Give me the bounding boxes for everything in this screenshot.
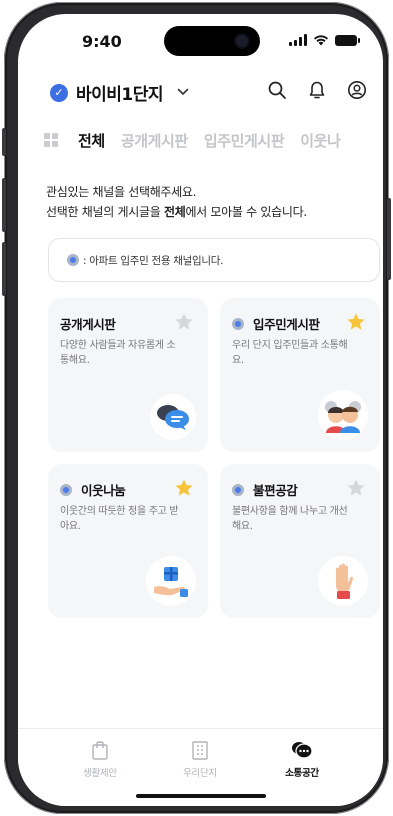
intro-line-1: 관심있는 채널을 선택해주세요. xyxy=(46,185,197,199)
dynamic-island xyxy=(164,26,260,56)
phone-frame: 9:40 ✓ 바이비1단지 전체 공개게시판 입주민게시판 이웃나 관심있는 채… xyxy=(2,2,391,814)
card-description: 불편사항을 함께 나누고 개선해요. xyxy=(232,506,348,532)
complex-selector[interactable]: ✓ 바이비1단지 xyxy=(50,80,189,105)
resident-channel-icon xyxy=(232,317,244,330)
intro-line-2: 선택한 채널의 게시글을 전체에서 모아볼 수 있습니다. xyxy=(46,205,307,219)
complex-name: 바이비1단지 xyxy=(76,85,164,105)
status-bar: 9:40 xyxy=(18,14,383,66)
volume-down-button xyxy=(2,242,6,296)
chevron-down-icon xyxy=(177,85,189,100)
nav-item-communication[interactable]: 소통공간 xyxy=(262,739,342,779)
status-time: 9:40 xyxy=(82,32,122,51)
grid-menu-icon[interactable] xyxy=(44,133,58,147)
volume-up-button xyxy=(2,178,6,232)
card-description: 우리 단지 입주민들과 소통해요. xyxy=(232,340,348,366)
star-icon[interactable] xyxy=(174,478,194,498)
nav-item-life-proposal[interactable]: 생활제안 xyxy=(60,739,140,779)
silent-switch xyxy=(2,128,6,156)
nav-label: 소통공간 xyxy=(285,768,319,779)
tab-resident-board[interactable]: 입주민게시판 xyxy=(204,130,285,151)
channel-card-complaint[interactable]: 불편공감 불편사항을 함께 나누고 개선해요. xyxy=(220,464,380,618)
resident-channel-icon xyxy=(67,254,79,266)
search-icon[interactable] xyxy=(265,78,289,102)
app-header: ✓ 바이비1단지 xyxy=(18,72,383,112)
card-description: 이웃간의 따듯한 정을 주고 받아요. xyxy=(60,506,179,532)
shopping-bag-icon xyxy=(92,741,108,760)
bottom-navigation: 생활제안 우리단지 소통공간 xyxy=(18,728,383,806)
notice-text: : 아파트 입주민 전용 채널입니다. xyxy=(83,254,224,267)
resident-notice: : 아파트 입주민 전용 채널입니다. xyxy=(48,238,380,282)
home-indicator xyxy=(136,794,266,798)
tab-neighbor-sharing[interactable]: 이웃나 xyxy=(300,130,341,151)
chat-bubbles-icon xyxy=(150,394,196,440)
raised-hand-icon xyxy=(318,556,368,606)
status-icons xyxy=(289,34,360,46)
channel-tabs: 전체 공개게시판 입주민게시판 이웃나 xyxy=(44,126,356,154)
bell-icon[interactable] xyxy=(305,78,329,102)
profile-icon[interactable] xyxy=(345,78,369,102)
star-icon[interactable] xyxy=(346,312,366,332)
channel-card-public[interactable]: 공개게시판 다양한 사람들과 자유롭게 소통해요. xyxy=(48,298,208,452)
tab-public-board[interactable]: 공개게시판 xyxy=(121,130,188,151)
card-title: 공개게시판 xyxy=(60,317,116,332)
chat-icon xyxy=(292,742,313,759)
nav-item-our-complex[interactable]: 우리단지 xyxy=(160,739,240,779)
star-icon[interactable] xyxy=(174,312,194,332)
neighbors-icon xyxy=(318,390,368,440)
cellular-signal-icon xyxy=(289,34,307,46)
card-title: 불편공감 xyxy=(232,480,298,499)
resident-channel-icon xyxy=(232,483,244,496)
tab-all[interactable]: 전체 xyxy=(78,130,105,151)
star-icon[interactable] xyxy=(346,478,366,498)
header-actions xyxy=(265,78,369,102)
building-icon xyxy=(192,741,208,760)
power-button xyxy=(387,198,391,280)
resident-channel-icon xyxy=(60,483,72,496)
card-title: 이웃나눔 xyxy=(60,480,126,499)
wifi-icon xyxy=(314,35,328,46)
gift-hand-icon xyxy=(146,556,196,606)
channel-card-sharing[interactable]: 이웃나눔 이웃간의 따듯한 정을 주고 받아요. xyxy=(48,464,208,618)
channel-card-resident[interactable]: 입주민게시판 우리 단지 입주민들과 소통해요. xyxy=(220,298,380,452)
app-screen: 9:40 ✓ 바이비1단지 전체 공개게시판 입주민게시판 이웃나 관심있는 채… xyxy=(18,14,383,806)
nav-label: 생활제안 xyxy=(83,768,117,779)
check-badge-icon: ✓ xyxy=(50,83,68,102)
nav-label: 우리단지 xyxy=(183,768,217,779)
intro-text: 관심있는 채널을 선택해주세요. 선택한 채널의 게시글을 전체에서 모아볼 수… xyxy=(46,182,366,222)
battery-icon xyxy=(335,34,360,46)
card-title: 입주민게시판 xyxy=(232,314,320,333)
card-description: 다양한 사람들과 자유롭게 소통해요. xyxy=(60,340,176,366)
